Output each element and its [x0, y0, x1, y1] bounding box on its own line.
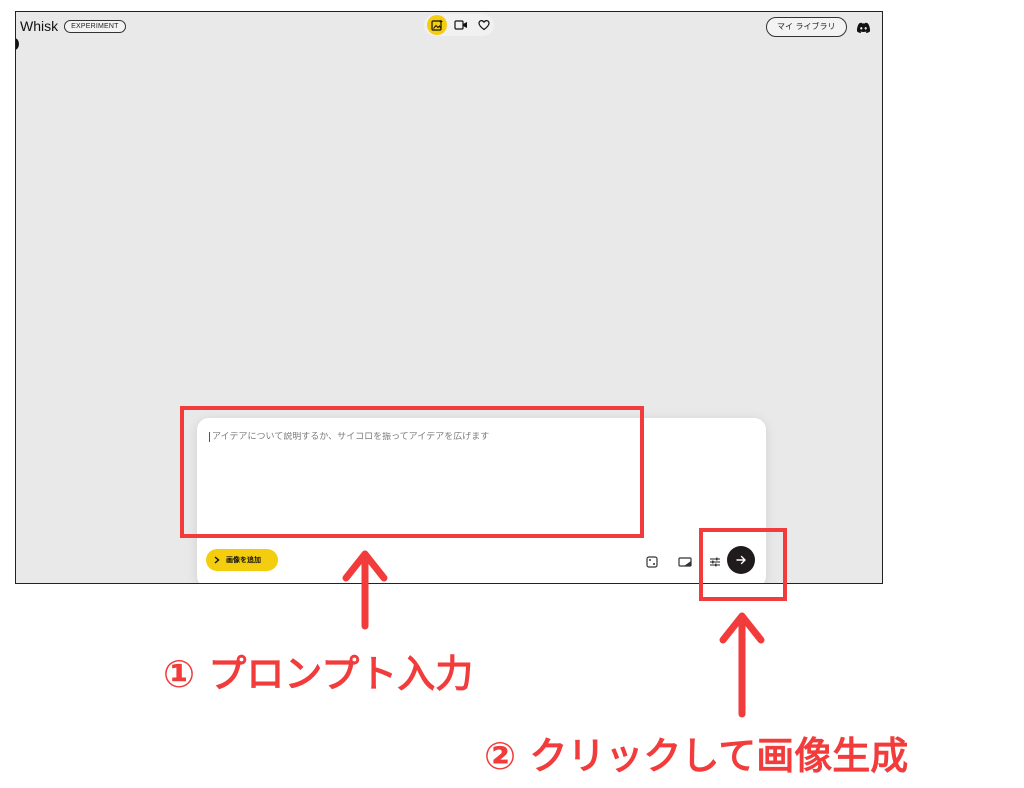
heart-icon: [478, 19, 490, 31]
dice-icon: [646, 556, 658, 568]
up-arrow-icon: [342, 550, 388, 630]
step1-annotation: ① プロンプト入力: [163, 652, 474, 696]
image-spark-icon: [431, 19, 443, 31]
brand: Whisk EXPERIMENT: [20, 18, 126, 34]
up-arrow-icon: [719, 612, 765, 718]
aspect-ratio-button[interactable]: [678, 554, 692, 568]
step2-annotation: ② クリックして画像生成: [484, 734, 909, 778]
add-image-button[interactable]: 画像を追加: [206, 549, 278, 571]
image-mode-button[interactable]: [427, 15, 447, 35]
edge-handle: [16, 38, 19, 50]
favorites-button[interactable]: [474, 15, 494, 35]
my-library-button[interactable]: マイ ライブラリ: [766, 17, 847, 37]
chevron-right-icon: [214, 556, 220, 564]
video-icon: [453, 20, 467, 30]
experiment-badge: EXPERIMENT: [64, 19, 126, 33]
video-mode-button[interactable]: [451, 15, 471, 35]
send-highlight-box: [699, 528, 787, 601]
aspect-ratio-icon: [678, 557, 692, 567]
add-image-label: 画像を追加: [226, 556, 261, 564]
mode-switch: [424, 14, 494, 36]
prompt-highlight-box: [180, 406, 644, 538]
discord-button[interactable]: [856, 19, 871, 38]
discord-icon: [856, 22, 871, 34]
app-logo-text: Whisk: [20, 18, 59, 34]
dice-button[interactable]: [645, 554, 659, 568]
